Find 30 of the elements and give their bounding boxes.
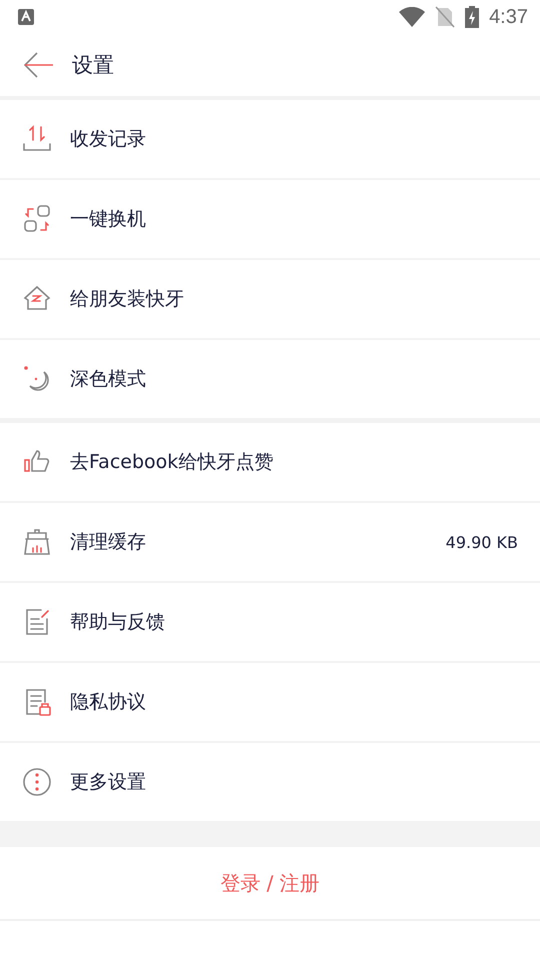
settings-row[interactable]: 给朋友装快牙 — [0, 258, 540, 338]
battery-charging-icon — [465, 6, 480, 28]
row-label: 清理缓存 — [70, 530, 147, 555]
swap-icon — [22, 204, 52, 234]
page-title: 设置 — [72, 52, 114, 79]
settings-row[interactable]: 清理缓存 49.90 KB — [0, 501, 540, 581]
moon-icon — [22, 364, 52, 394]
row-label: 深色模式 — [70, 367, 147, 392]
settings-row[interactable]: 一键换机 — [0, 178, 540, 258]
settings-row[interactable]: 收发记录 — [0, 100, 540, 178]
back-arrow-icon[interactable] — [24, 52, 54, 78]
cache-size: 49.90 KB — [446, 532, 518, 552]
settings-row[interactable]: 隐私协议 — [0, 661, 540, 741]
settings-row[interactable]: 深色模式 — [0, 338, 540, 418]
no-sim-icon — [435, 6, 456, 28]
status-time: 4:37 — [489, 6, 528, 28]
settings-row[interactable]: 去Facebook给快牙点赞 — [0, 423, 540, 501]
row-label: 更多设置 — [70, 770, 147, 795]
settings-row[interactable]: 帮助与反馈 — [0, 581, 540, 661]
row-label: 帮助与反馈 — [70, 610, 166, 635]
wifi-icon — [399, 7, 426, 27]
keyboard-icon — [18, 9, 34, 25]
transfer-icon — [22, 124, 52, 154]
row-label: 给朋友装快牙 — [70, 287, 185, 312]
row-label: 去Facebook给快牙点赞 — [70, 450, 274, 475]
row-label: 隐私协议 — [70, 690, 147, 715]
row-label: 收发记录 — [70, 127, 147, 152]
row-label: 一键换机 — [70, 207, 147, 232]
broom-icon — [22, 527, 52, 557]
more-icon — [22, 767, 52, 797]
